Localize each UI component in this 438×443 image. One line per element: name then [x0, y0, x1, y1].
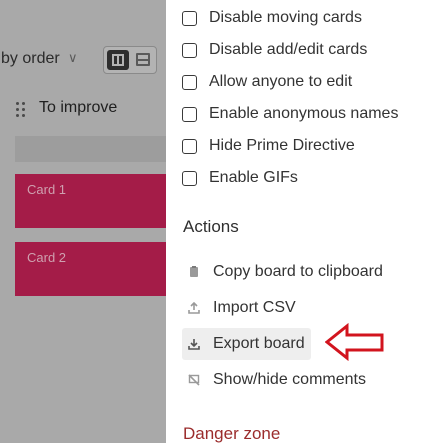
drag-handle-icon[interactable] [15, 101, 27, 117]
option-label: Disable add/edit cards [209, 41, 368, 58]
download-icon [188, 338, 200, 350]
option-label: Allow anyone to edit [209, 73, 353, 90]
chevron-down-icon[interactable]: ∨ [68, 50, 78, 66]
checkbox[interactable] [182, 42, 197, 58]
card-label: Card 2 [27, 250, 67, 265]
settings-panel: Disable moving cards Disable add/edit ca… [166, 0, 438, 443]
action-label: Copy board to clipboard [213, 263, 383, 280]
option-disable-moving-cards[interactable]: Disable moving cards [182, 7, 362, 29]
option-label: Disable moving cards [209, 9, 362, 26]
board-area: by order ∨ To improve Card 1 Card 2 [0, 0, 166, 443]
clipboard-icon [188, 266, 200, 278]
option-disable-add-edit-cards[interactable]: Disable add/edit cards [182, 39, 367, 61]
card[interactable]: Card 1 [15, 174, 166, 228]
action-label: Import CSV [213, 299, 296, 316]
option-allow-anyone-to-edit[interactable]: Allow anyone to edit [182, 71, 352, 93]
actions-heading: Actions [183, 217, 239, 236]
option-label: Hide Prime Directive [209, 137, 355, 154]
checkbox[interactable] [182, 106, 197, 122]
export-board-button[interactable]: Export board [182, 328, 311, 360]
checkbox[interactable] [182, 10, 197, 26]
checkbox[interactable] [182, 74, 197, 90]
view-toggle [103, 46, 157, 74]
card-label: Card 1 [27, 182, 67, 197]
column-title: To improve [39, 99, 118, 116]
copy-board-button[interactable]: Copy board to clipboard [182, 256, 389, 288]
import-csv-button[interactable]: Import CSV [182, 292, 302, 324]
card[interactable]: Card 2 [15, 242, 166, 296]
checkbox[interactable] [182, 170, 197, 186]
show-hide-comments-button[interactable]: Show/hide comments [182, 364, 372, 396]
option-enable-anonymous-names[interactable]: Enable anonymous names [182, 103, 398, 125]
comment-off-icon [188, 374, 200, 386]
upload-icon [188, 302, 200, 314]
add-card-input[interactable] [15, 136, 166, 162]
annotation-arrow-icon [325, 323, 384, 361]
option-enable-gifs[interactable]: Enable GIFs [182, 167, 298, 189]
action-label: Export board [213, 335, 305, 352]
danger-zone-heading: Danger zone [183, 424, 281, 443]
columns-view-icon[interactable] [107, 50, 129, 70]
option-label: Enable GIFs [209, 169, 298, 186]
option-hide-prime-directive[interactable]: Hide Prime Directive [182, 135, 355, 157]
option-label: Enable anonymous names [209, 105, 399, 122]
rows-view-icon[interactable] [136, 53, 150, 66]
checkbox[interactable] [182, 138, 197, 154]
action-label: Show/hide comments [213, 371, 366, 388]
sort-order-label[interactable]: by order [1, 50, 60, 68]
